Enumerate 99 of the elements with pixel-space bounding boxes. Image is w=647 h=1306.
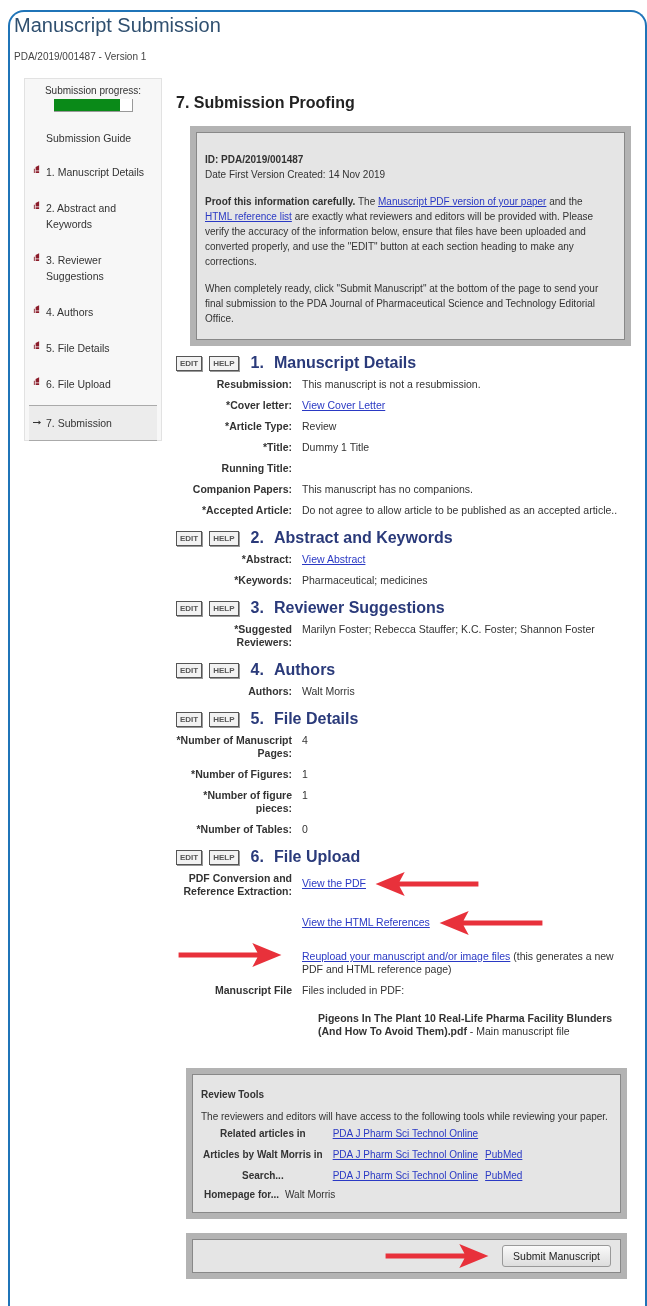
section-button[interactable]: EDIT [176, 355, 203, 371]
check-icon [33, 341, 40, 350]
link[interactable]: PDA J Pharm Sci Technol Online [332, 1127, 479, 1140]
progress-label: Submission progress: [44, 85, 142, 96]
field-value: Pharmaceutical; medicines [302, 574, 429, 587]
nav-item[interactable]: 2. Abstract and Keywords [29, 200, 157, 232]
field-label: Manuscript File [214, 984, 292, 997]
link[interactable]: Manuscript PDF version of your paper [378, 196, 547, 207]
section-title: Authors [273, 661, 336, 679]
check-icon [33, 165, 40, 174]
field-value: Reupload your manuscript and/or image files (this generates a new PDF and HTML reference page) [302, 950, 615, 976]
field-label: *Abstract: [240, 553, 292, 566]
nav-item[interactable]: 6. File Upload [29, 376, 157, 392]
section-title: File Details [273, 710, 359, 728]
link[interactable]: PDA J Pharm Sci Technol Online [332, 1169, 479, 1182]
field-label: *Keywords: [233, 574, 292, 587]
section-number: 6. [250, 848, 264, 866]
field-label: Authors: [247, 685, 292, 698]
file-name-line: Pigeons In The Plant 10 Real-Life Pharma Facility Blunders (And How To Avoid Them).pdf - Main manuscript file [318, 1012, 614, 1038]
check-icon [33, 377, 40, 386]
check-icon [33, 253, 40, 262]
field-label: *Number of Figures: [190, 768, 292, 781]
field-label: *Accepted Article: [200, 504, 292, 517]
link[interactable]: PDA J Pharm Sci Technol Online [332, 1148, 479, 1161]
check-icon [33, 305, 40, 314]
section-button[interactable]: EDIT [176, 849, 203, 865]
section-number: 5. [250, 710, 264, 728]
field-value: This manuscript is not a resubmission. [302, 378, 482, 391]
tool-label: Homepage for... [204, 1188, 279, 1201]
link[interactable]: Reupload your manuscript and/or image files [302, 950, 511, 962]
link[interactable]: View Abstract [302, 553, 366, 565]
section-button[interactable]: HELP [209, 849, 239, 865]
guide-heading: Submission Guide [46, 132, 133, 144]
nav-item[interactable]: 3. Reviewer Suggestions [29, 252, 157, 284]
tool-label: Search... [240, 1169, 285, 1182]
section-button[interactable]: EDIT [176, 530, 203, 546]
link[interactable]: View the PDF [302, 876, 366, 889]
section-button[interactable]: HELP [209, 662, 239, 678]
date-created: Date First Version Created: 14 Nov 2019 [205, 168, 386, 182]
section-button[interactable]: HELP [209, 600, 239, 616]
field-value: 1 [302, 789, 309, 802]
section-title: Abstract and Keywords [273, 529, 453, 547]
section-title: File Upload [273, 848, 361, 866]
instruction-paragraph: When completely ready, click "Submit Manuscript" at the bottom of the page to send your final submission to the PDA Journal of Pharmaceutical Science and Technology Editorial Office. [205, 282, 600, 326]
link[interactable]: PubMed [485, 1169, 523, 1182]
field-label: *Article Type: [224, 420, 292, 433]
field-label: PDF Conversion and Reference Extraction: [182, 872, 292, 898]
field-value: Review [302, 420, 338, 433]
nav-item-active[interactable]: 7. Submission [29, 405, 157, 441]
nav-item[interactable]: 5. File Details [29, 340, 157, 356]
manuscript-reference: PDA/2019/001487 - Version 1 [14, 51, 147, 62]
tool-label: Articles by Walt Morris in [202, 1148, 324, 1161]
check-icon [33, 201, 40, 210]
field-value: 1 [302, 768, 309, 781]
submit-button[interactable]: Submit Manuscript [502, 1245, 611, 1267]
field-value: 4 [302, 734, 309, 747]
author-name: Walt Morris [285, 1188, 336, 1201]
field-value: Do not agree to allow article to be published as an accepted article.. [302, 504, 619, 517]
panel-title: Review Tools [201, 1088, 266, 1101]
section-button[interactable]: EDIT [176, 600, 203, 616]
field-label: Resubmission: [215, 378, 292, 391]
field-label: Running Title: [220, 462, 292, 475]
section-number: 4. [250, 661, 264, 679]
nav-item[interactable]: 1. Manuscript Details [29, 164, 157, 180]
field-label: *Number of Manuscript Pages: [176, 734, 292, 760]
tool-label: Related articles in [219, 1127, 307, 1140]
page-title: Manuscript Submission [14, 14, 221, 37]
field-label: *Number of Tables: [195, 823, 292, 836]
field-label: Companion Papers: [191, 483, 292, 496]
page-heading: 7. Submission Proofing [176, 94, 355, 112]
section-number: 1. [250, 354, 264, 372]
field-label: *Suggested Reviewers: [233, 623, 292, 649]
section-button[interactable]: EDIT [176, 711, 203, 727]
section-title: Manuscript Details [273, 354, 417, 372]
field-value: Files included in PDF: [302, 984, 406, 997]
field-value: Walt Morris [302, 685, 356, 698]
field-label: *Number of figure pieces: [202, 789, 292, 815]
section-number: 2. [250, 529, 264, 547]
field-value: 0 [302, 823, 309, 836]
link[interactable]: PubMed [485, 1148, 523, 1161]
link[interactable]: HTML reference list [205, 211, 292, 222]
field-value: This manuscript has no companions. [302, 483, 474, 496]
field-label: *Cover letter: [225, 399, 292, 412]
section-button[interactable]: HELP [209, 355, 239, 371]
panel-description: The reviewers and editors will have access to the following tools while reviewing your paper. [201, 1110, 609, 1123]
field-label: *Title: [262, 441, 292, 454]
section-button[interactable]: HELP [209, 530, 239, 546]
field-value: Dummy 1 Title [302, 441, 371, 454]
section-number: 3. [250, 599, 264, 617]
arrow-icon [33, 419, 41, 426]
submission-id: ID: PDA/2019/001487 [205, 153, 304, 167]
link[interactable]: View the HTML References [302, 915, 430, 928]
section-button[interactable]: EDIT [176, 662, 203, 678]
field-value: Marilyn Foster; Rebecca Stauffer; K.C. Foster; Shannon Foster [302, 623, 596, 636]
instruction-paragraph: Proof this information carefully. The Manuscript PDF version of your paper and the HTML reference list are exactly what reviewers and editors will be provided with. Please verify the accuracy of the information below, ensure that files have been uploaded and converted properly, and use the "EDIT" button at each section heading to make any corrections. [205, 195, 595, 269]
section-title: Reviewer Suggestions [273, 599, 445, 617]
nav-item[interactable]: 4. Authors [29, 304, 157, 320]
link[interactable]: View Cover Letter [302, 399, 386, 411]
section-button[interactable]: HELP [209, 711, 239, 727]
